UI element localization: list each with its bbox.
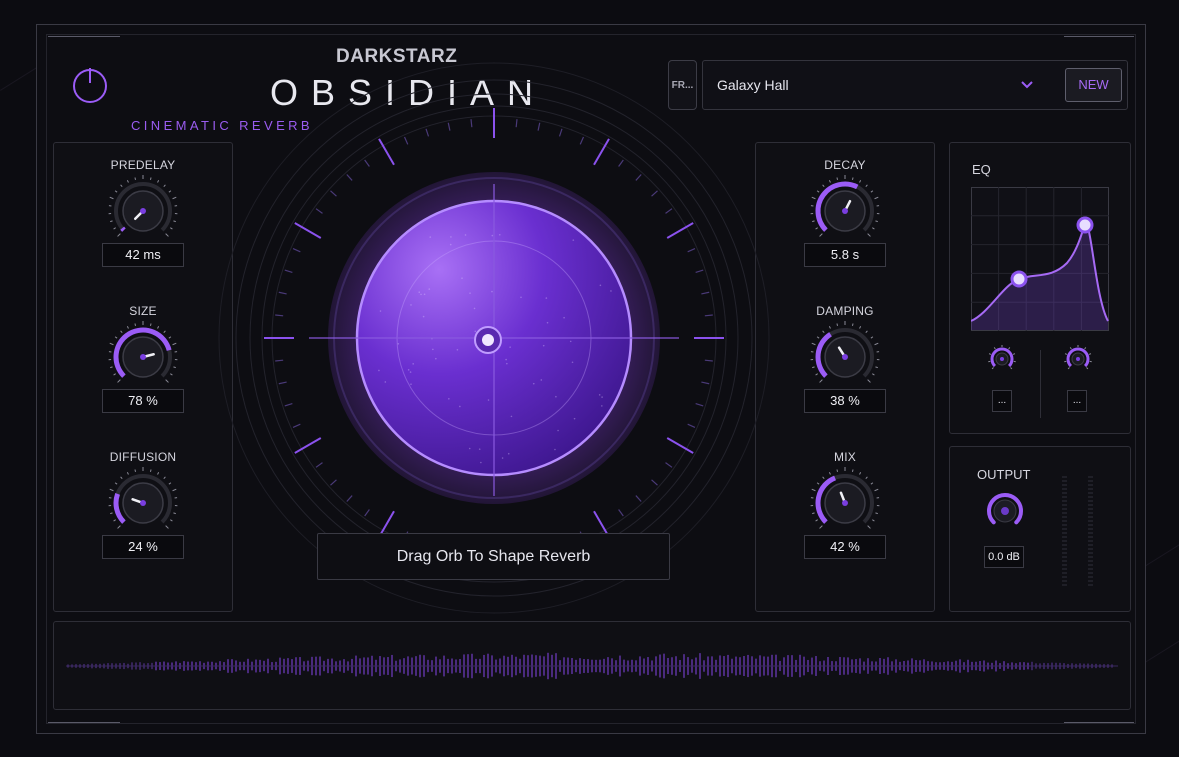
output-title: OUTPUT: [977, 467, 1031, 482]
predelay-label: PREDELAY: [110, 158, 176, 172]
decay-value[interactable]: 5.8 s: [804, 243, 886, 267]
new-preset-button[interactable]: NEW: [1065, 68, 1122, 102]
predelay-value[interactable]: 42 ms: [102, 243, 184, 267]
predelay-knob[interactable]: [105, 173, 181, 249]
waveform-display: [66, 652, 1118, 680]
eq-low-value[interactable]: ...: [992, 390, 1012, 412]
eq-high-value[interactable]: ...: [1067, 390, 1087, 412]
eq-low-knob[interactable]: [987, 344, 1017, 374]
power-icon[interactable]: [72, 65, 108, 105]
eq-low-handle[interactable]: [1010, 270, 1028, 288]
eq-high-knob[interactable]: [1063, 344, 1093, 374]
eq-curve-display[interactable]: [971, 187, 1109, 331]
decay-label: DECAY: [824, 158, 866, 172]
corner-line: [1064, 722, 1134, 723]
orb-hint-label: Drag Orb To Shape Reverb: [317, 533, 670, 580]
mix-label: MIX: [834, 450, 856, 464]
size-knob[interactable]: [105, 319, 181, 395]
damping-value[interactable]: 38 %: [804, 389, 886, 413]
output-value[interactable]: 0.0 dB: [984, 546, 1024, 568]
mix-knob[interactable]: [807, 465, 883, 541]
chevron-down-icon[interactable]: [1019, 77, 1035, 93]
corner-line: [1064, 36, 1134, 37]
size-label: SIZE: [129, 304, 157, 318]
diffusion-knob[interactable]: [105, 465, 181, 541]
corner-line: [48, 722, 120, 723]
mix-value[interactable]: 42 %: [804, 535, 886, 559]
diffusion-label: DIFFUSION: [109, 450, 177, 464]
eq-divider: [1040, 350, 1041, 418]
size-value[interactable]: 78 %: [102, 389, 184, 413]
eq-high-handle[interactable]: [1076, 216, 1094, 234]
decay-knob[interactable]: [807, 173, 883, 249]
damping-knob[interactable]: [807, 319, 883, 395]
diffusion-value[interactable]: 24 %: [102, 535, 184, 559]
corner-line: [48, 36, 120, 37]
output-meter: [1062, 476, 1093, 586]
output-knob[interactable]: [982, 488, 1028, 534]
eq-title: EQ: [972, 162, 991, 177]
damping-label: DAMPING: [816, 304, 874, 318]
